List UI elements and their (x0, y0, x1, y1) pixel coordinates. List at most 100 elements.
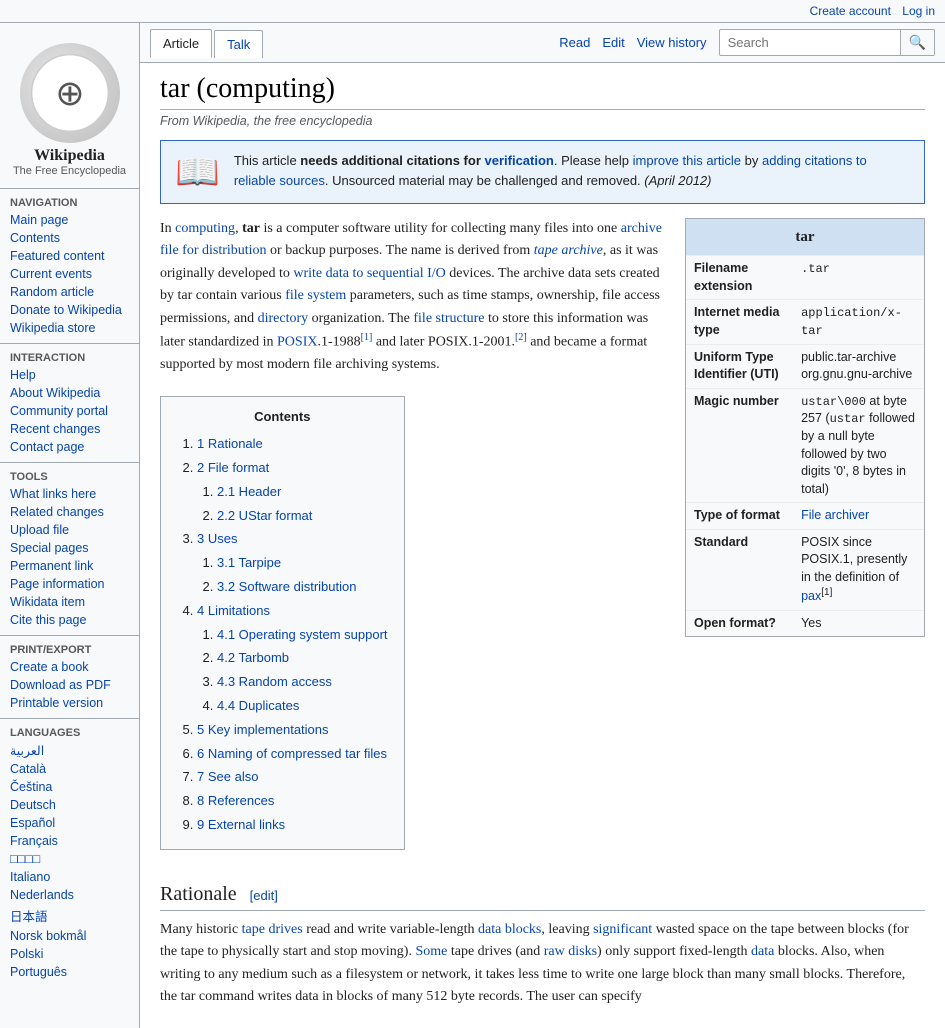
sidebar-item-create-book[interactable]: Create a book (0, 658, 139, 676)
toc-link-ustar[interactable]: 2.2 UStar format (217, 508, 312, 523)
sidebar-item-lang-czech[interactable]: Čeština (0, 778, 139, 796)
sidebar-item-page-info[interactable]: Page information (0, 575, 139, 593)
article: tar (computing) From Wikipedia, the free… (140, 63, 945, 1028)
toc-link-random-access[interactable]: 4.3 Random access (217, 674, 332, 689)
write-data-link[interactable]: write data to sequential I/O (293, 266, 445, 281)
toc-link-header[interactable]: 2.1 Header (217, 484, 281, 499)
sidebar-item-featured[interactable]: Featured content (0, 247, 139, 265)
ref1-link[interactable]: [1] (361, 332, 373, 343)
tab-read[interactable]: Read (559, 35, 590, 50)
sidebar-item-lang-french[interactable]: Français (0, 832, 139, 850)
sidebar-item-contents[interactable]: Contents (0, 229, 139, 247)
sidebar-item-upload[interactable]: Upload file (0, 521, 139, 539)
sidebar-item-lang-norwegian[interactable]: Norsk bokmål (0, 927, 139, 945)
sidebar-item-lang-arabic[interactable]: العربية (0, 741, 139, 760)
sidebar-item-contact[interactable]: Contact page (0, 438, 139, 456)
sidebar-item-lang-polish[interactable]: Polski (0, 945, 139, 963)
toc-sublist-uses: 3.1 Tarpipe 3.2 Software distribution (197, 553, 388, 598)
sidebar-item-lang-unknown[interactable]: □□□□ (0, 850, 139, 868)
infobox: tar Filename extension .tar Internet med… (685, 218, 925, 637)
file-system-link[interactable]: file system (285, 288, 346, 303)
toc-link-rationale[interactable]: 1 Rationale (197, 436, 263, 451)
sidebar-item-lang-italian[interactable]: Italiano (0, 868, 139, 886)
sidebar-item-help[interactable]: Help (0, 366, 139, 384)
sidebar-item-lang-dutch[interactable]: Nederlands (0, 886, 139, 904)
sidebar-item-printable[interactable]: Printable version (0, 694, 139, 712)
sidebar-item-what-links[interactable]: What links here (0, 485, 139, 503)
tab-article[interactable]: Article (150, 29, 212, 58)
verification-link[interactable]: verification (485, 153, 554, 168)
data-blocks-link[interactable]: data blocks (478, 922, 541, 937)
directory-link[interactable]: directory (258, 311, 309, 326)
sidebar-item-main-page[interactable]: Main page (0, 211, 139, 229)
sidebar-item-about[interactable]: About Wikipedia (0, 384, 139, 402)
search-button[interactable]: 🔍 (900, 30, 934, 55)
sidebar-item-current-events[interactable]: Current events (0, 265, 139, 283)
toc-link-software-dist[interactable]: 3.2 Software distribution (217, 579, 356, 594)
create-account-link[interactable]: Create account (810, 4, 891, 18)
sidebar-item-lang-portuguese[interactable]: Português (0, 963, 139, 981)
top-bar: Create account Log in (0, 0, 945, 23)
sidebar-item-lang-japanese[interactable]: 日本語 (0, 904, 139, 927)
tab-view-history[interactable]: View history (637, 35, 707, 50)
toc-link-limitations[interactable]: 4 Limitations (197, 603, 270, 618)
significant-link[interactable]: significant (593, 922, 652, 937)
toc-list: 1 Rationale 2 File format 2.1 Header 2.2… (177, 434, 388, 836)
tape-archive-link[interactable]: tape archive (534, 243, 603, 258)
toc-item-ustar: 2.2 UStar format (217, 506, 388, 527)
computing-link[interactable]: computing (175, 221, 235, 236)
main-content: Article Talk Read Edit View history 🔍 ta… (140, 23, 945, 1028)
sidebar-item-community[interactable]: Community portal (0, 402, 139, 420)
log-in-link[interactable]: Log in (902, 4, 935, 18)
sidebar-item-donate[interactable]: Donate to Wikipedia (0, 301, 139, 319)
toc-link-duplicates[interactable]: 4.4 Duplicates (217, 698, 299, 713)
sidebar-item-special-pages[interactable]: Special pages (0, 539, 139, 557)
data-link[interactable]: data (751, 944, 774, 959)
toc-link-see-also[interactable]: 7 See also (197, 769, 258, 784)
table-of-contents: Contents 1 Rationale 2 File format 2.1 H… (160, 396, 405, 849)
posix-link[interactable]: POSIX (277, 335, 317, 350)
sidebar-item-download-pdf[interactable]: Download as PDF (0, 676, 139, 694)
sidebar-item-lang-german[interactable]: Deutsch (0, 796, 139, 814)
tab-talk[interactable]: Talk (214, 30, 263, 58)
sidebar-item-permanent-link[interactable]: Permanent link (0, 557, 139, 575)
file-archiver-link[interactable]: File archiver (801, 508, 869, 522)
rationale-edit-anchor[interactable]: edit (253, 888, 274, 903)
sidebar-item-store[interactable]: Wikipedia store (0, 319, 139, 337)
sidebar-item-random[interactable]: Random article (0, 283, 139, 301)
navigation-section-title: Navigation (0, 188, 139, 211)
infobox-row-media-type: Internet media type application/x-tar (686, 300, 924, 345)
raw-disks-link[interactable]: raw disks (544, 944, 597, 959)
tools-section-title: Tools (0, 462, 139, 485)
toc-link-key-impl[interactable]: 5 Key implementations (197, 722, 329, 737)
sidebar-item-related-changes[interactable]: Related changes (0, 503, 139, 521)
toc-link-tarpipe[interactable]: 3.1 Tarpipe (217, 555, 281, 570)
tab-edit[interactable]: Edit (602, 35, 624, 50)
toc-link-tarbomb[interactable]: 4.2 Tarbomb (217, 650, 289, 665)
toc-item-duplicates: 4.4 Duplicates (217, 696, 388, 717)
pax-link[interactable]: pax (801, 589, 821, 603)
sidebar-item-lang-catala[interactable]: Català (0, 760, 139, 778)
search-input[interactable] (720, 31, 900, 54)
sidebar-item-lang-spanish[interactable]: Español (0, 814, 139, 832)
toc-link-os-support[interactable]: 4.1 Operating system support (217, 627, 388, 642)
file-structure-link[interactable]: file structure (413, 311, 484, 326)
search-box: 🔍 (719, 29, 935, 56)
warning-text: This article needs additional citations … (234, 151, 910, 190)
toc-link-uses[interactable]: 3 Uses (197, 531, 237, 546)
tape-drives-link[interactable]: tape drives (242, 922, 303, 937)
toc-link-naming[interactable]: 6 Naming of compressed tar files (197, 746, 387, 761)
toc-link-references[interactable]: 8 References (197, 793, 274, 808)
toc-link-file-format[interactable]: 2 File format (197, 460, 269, 475)
wikipedia-logo-icon: ⊕ (20, 43, 120, 143)
improve-article-link[interactable]: improve this article (633, 153, 741, 168)
toc-item-rationale: 1 Rationale (197, 434, 388, 455)
sidebar-item-wikidata[interactable]: Wikidata item (0, 593, 139, 611)
sidebar-item-cite[interactable]: Cite this page (0, 611, 139, 629)
toc-sublist-file-format: 2.1 Header 2.2 UStar format (197, 482, 388, 527)
toc-item-uses: 3 Uses 3.1 Tarpipe 3.2 Software distribu… (197, 529, 388, 597)
toc-link-external[interactable]: 9 External links (197, 817, 285, 832)
ref2-link[interactable]: [2] (515, 332, 527, 343)
sidebar-item-recent-changes[interactable]: Recent changes (0, 420, 139, 438)
some-link[interactable]: Some (415, 944, 447, 959)
